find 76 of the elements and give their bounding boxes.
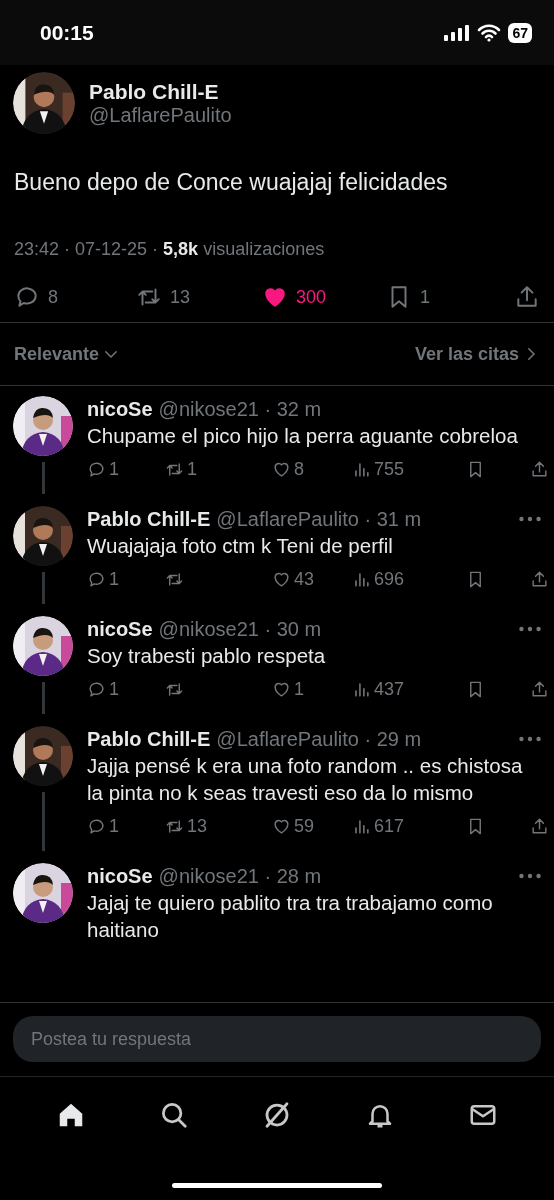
count: 13: [187, 816, 208, 837]
reply-author: nicoSe: [87, 617, 153, 642]
reply-text: Soy trabesti pablo respeta: [87, 643, 327, 669]
clock: 00:15: [40, 20, 95, 45]
quotes-link[interactable]: Ver las citas: [414, 343, 540, 365]
author-handle: @LaflarePaulito: [89, 103, 232, 127]
reply-text: Jajja pensé k era una foto random .. es chistosa la pinta no k seas travesti eso da lo mismo: [87, 753, 524, 806]
reply-icon: [87, 460, 106, 479]
thread-line: [41, 682, 45, 714]
reply-handle: @LaflarePaulito · 29 m: [216, 727, 423, 752]
post-text: Bueno depo de Conce wuajajaj felicidades: [13, 168, 449, 197]
repost-count: 13: [170, 286, 191, 308]
share-icon: [514, 284, 540, 310]
heart-icon: [272, 570, 291, 589]
reply-handle: @LaflarePaulito · 31 m: [216, 507, 423, 532]
wifi-icon: [477, 23, 502, 42]
repost-icon: [165, 460, 184, 479]
count: 8: [294, 459, 304, 480]
reply-icon: [14, 284, 40, 310]
share-icon: [530, 680, 549, 699]
thread-line: [41, 792, 45, 851]
views-icon: [352, 680, 371, 699]
reply-text: Wuajajaja foto ctm k Teni de perfil: [87, 533, 394, 559]
sort-dropdown[interactable]: Relevante: [14, 343, 121, 365]
share-icon: [530, 570, 549, 589]
post-time: 23:42 · 07-12-25 ·: [14, 239, 159, 260]
count: 1: [109, 679, 119, 700]
search-icon: [159, 1100, 190, 1130]
heart-icon: [272, 817, 291, 836]
thread-line: [41, 572, 45, 604]
count: 1: [109, 459, 119, 480]
thread-line: [41, 462, 45, 494]
more-icon: [519, 626, 541, 632]
reply-icon: [87, 680, 106, 699]
reply-input[interactable]: Postea tu respuesta: [13, 1016, 541, 1062]
battery-level: 67: [508, 22, 532, 43]
heart-icon: [272, 460, 291, 479]
reply-author: nicoSe: [87, 397, 153, 422]
views-icon: [352, 570, 371, 589]
share-icon: [530, 460, 549, 479]
reply-text: Jajaj te quiero pablito tra tra trabajamo como haitiano: [87, 890, 494, 943]
like-count: 300: [296, 286, 327, 308]
reply-author: Pablo Chill-E: [87, 507, 211, 532]
count: 755: [374, 459, 405, 480]
repost-icon: [165, 817, 184, 836]
count: 696: [374, 569, 405, 590]
count: 43: [294, 569, 315, 590]
count: 437: [374, 679, 405, 700]
heart-icon: [272, 680, 291, 699]
count: 1: [109, 816, 119, 837]
more-icon: [519, 516, 541, 522]
views-icon: [352, 817, 371, 836]
signal-icon: [444, 24, 471, 41]
view-count: 5,8k visualizaciones: [163, 239, 325, 260]
count: 59: [294, 816, 315, 837]
reply-handle: @nikose21 · 28 m: [158, 864, 323, 889]
views-icon: [352, 460, 371, 479]
reply-author: nicoSe: [87, 864, 153, 889]
count: 1: [187, 459, 197, 480]
more-icon: [519, 873, 541, 879]
count: 1: [109, 569, 119, 590]
bookmark-count: 1: [420, 286, 430, 308]
count: 1: [294, 679, 304, 700]
reply-icon: [87, 817, 106, 836]
author-name: Pablo Chill-E: [89, 79, 220, 104]
repost-icon: [165, 570, 184, 589]
reply-count: 8: [48, 286, 58, 308]
share-icon: [530, 817, 549, 836]
reply-text: Chupame el pico hijo la perra aguante cobreloa: [87, 423, 519, 449]
reply-icon: [87, 570, 106, 589]
count: 617: [374, 816, 405, 837]
reply-handle: @nikose21 · 32 m: [158, 397, 323, 422]
reply-handle: @nikose21 · 30 m: [158, 617, 323, 642]
reply-author: Pablo Chill-E: [87, 727, 211, 752]
repost-icon: [165, 680, 184, 699]
more-icon: [519, 736, 541, 742]
